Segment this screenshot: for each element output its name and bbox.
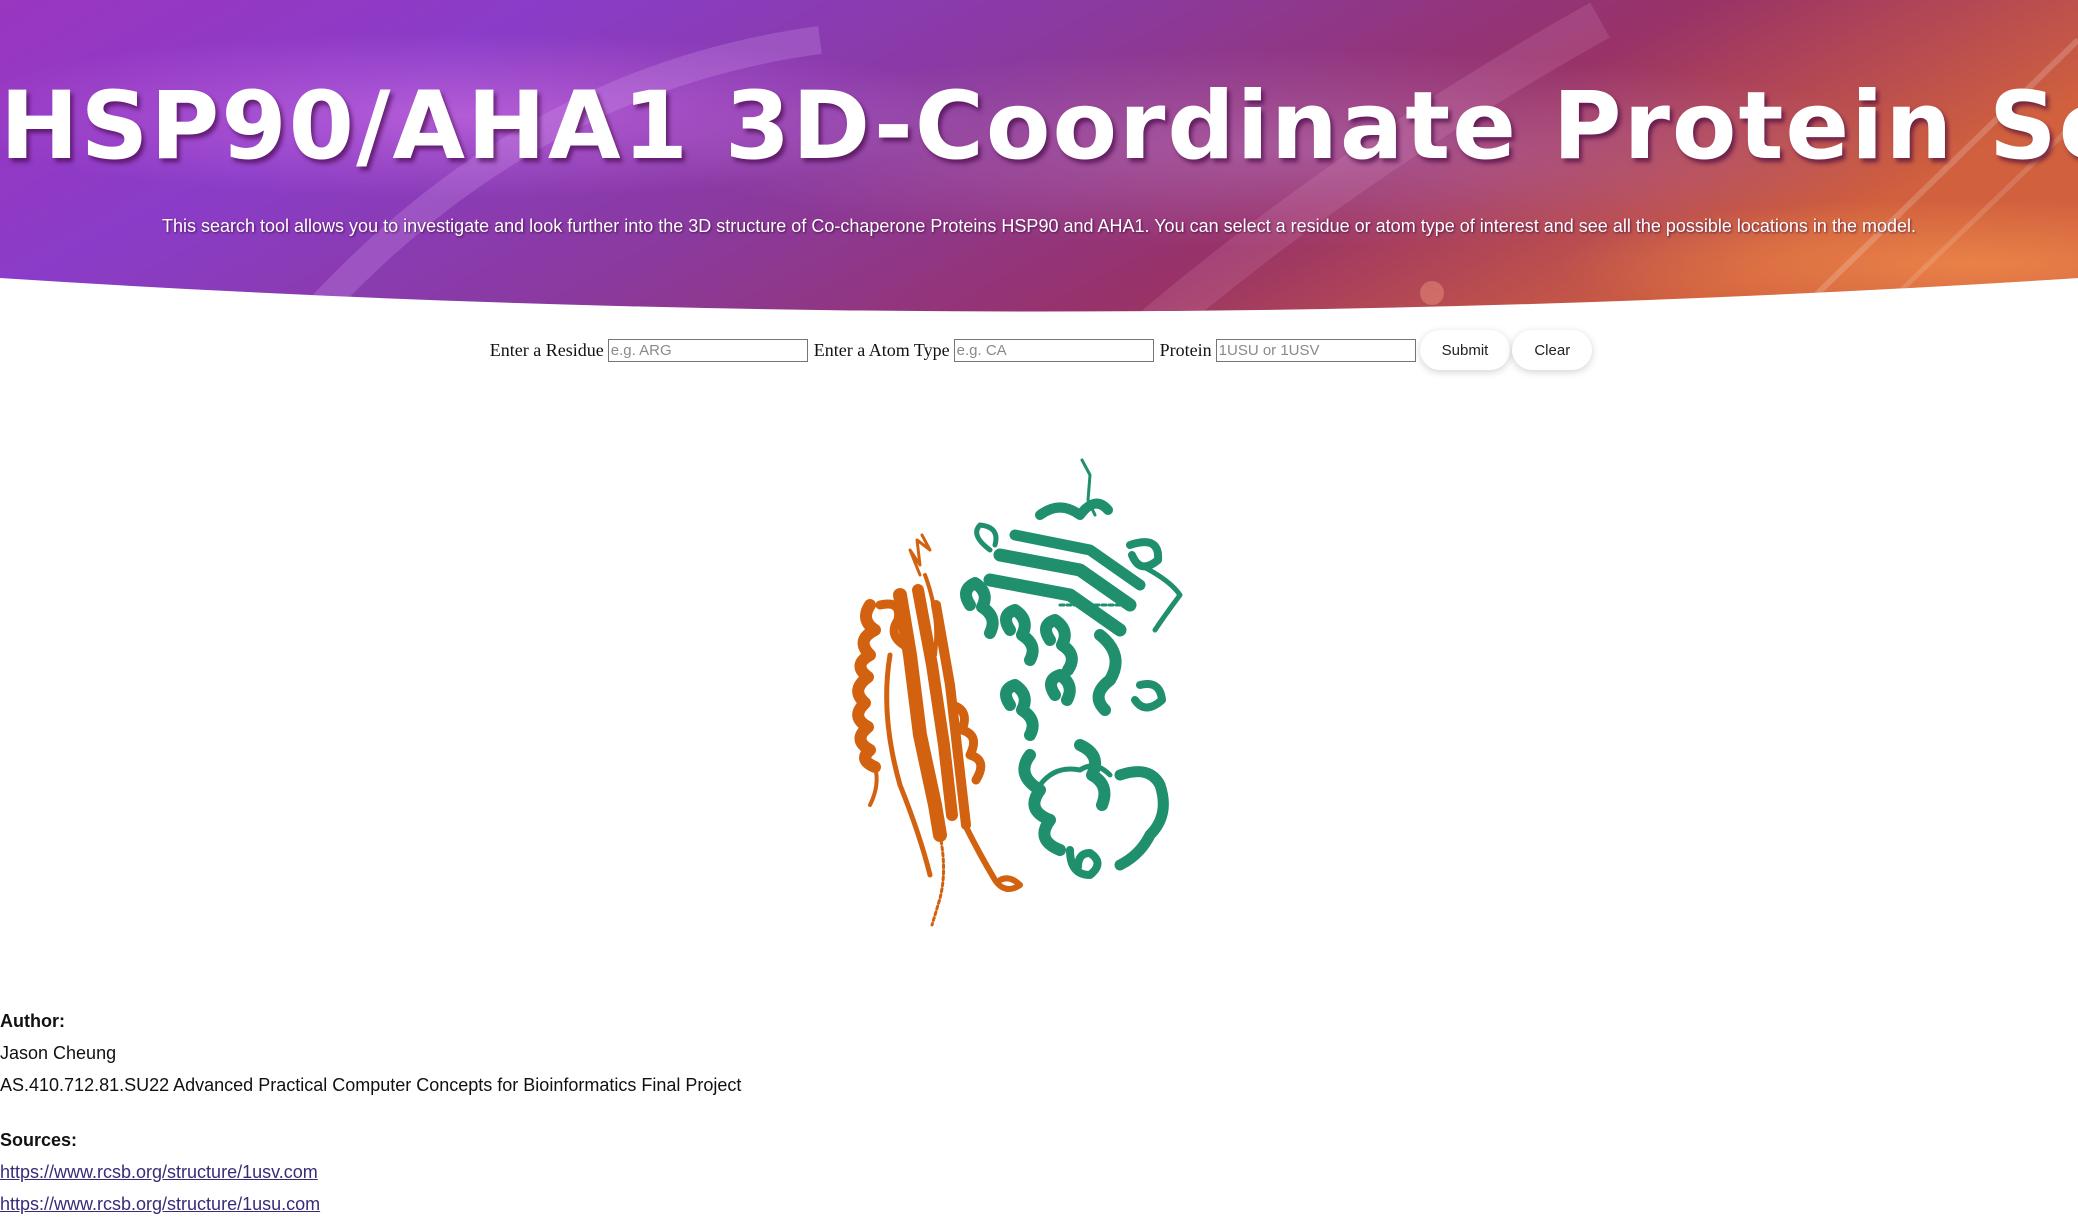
atom-type-label: Enter a Atom Type bbox=[813, 339, 950, 360]
source-link-1usv[interactable]: https://www.rcsb.org/structure/1usv.com bbox=[0, 1162, 318, 1182]
page-footer: Author: Jason Cheung AS.410.712.81.SU22 … bbox=[0, 1005, 741, 1220]
protein-label: Protein bbox=[1159, 339, 1212, 360]
search-form: Enter a Residue Enter a Atom Type Protei… bbox=[0, 330, 2078, 370]
residue-label: Enter a Residue bbox=[489, 339, 604, 360]
atom-type-input[interactable] bbox=[953, 338, 1154, 362]
author-name: Jason Cheung bbox=[0, 1043, 117, 1063]
aha1-chain bbox=[852, 533, 1023, 927]
submit-button[interactable]: Submit bbox=[1419, 330, 1511, 370]
header-banner: HSP90/AHA1 3D-Coordinate Protein Search … bbox=[0, 0, 2078, 330]
page-title: HSP90/AHA1 3D-Coordinate Protein Search bbox=[0, 72, 2078, 181]
source-link-1usu[interactable]: https://www.rcsb.org/structure/1usu.com bbox=[0, 1194, 320, 1214]
residue-input[interactable] bbox=[607, 338, 808, 362]
clear-button[interactable]: Clear bbox=[1512, 330, 1593, 370]
protein-structure-image bbox=[852, 458, 1183, 927]
hsp90-chain bbox=[960, 458, 1183, 879]
author-heading: Author: bbox=[0, 1011, 65, 1031]
sources-heading: Sources: bbox=[0, 1130, 78, 1150]
protein-input[interactable] bbox=[1215, 338, 1416, 362]
course-description: AS.410.712.81.SU22 Advanced Practical Co… bbox=[0, 1075, 742, 1095]
page-description: This search tool allows you to investiga… bbox=[161, 216, 1916, 236]
